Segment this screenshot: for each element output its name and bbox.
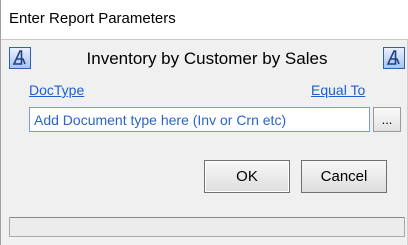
report-title: Inventory by Customer by Sales xyxy=(86,49,328,68)
browse-button[interactable]: ... xyxy=(373,107,401,132)
report-icon[interactable] xyxy=(383,47,405,69)
report-icon[interactable] xyxy=(9,47,31,69)
report-header: Inventory by Customer by Sales xyxy=(9,47,405,73)
operator-equal-to-link[interactable]: Equal To xyxy=(311,82,365,98)
report-parameters-dialog: Enter Report Parameters Inventory by Cus… xyxy=(0,0,408,245)
status-bar xyxy=(9,217,405,237)
cancel-button[interactable]: Cancel xyxy=(301,160,387,193)
window-title: Enter Report Parameters xyxy=(9,10,176,27)
ok-button[interactable]: OK xyxy=(204,160,290,193)
doctype-value-input[interactable] xyxy=(29,107,370,132)
title-bar[interactable]: Enter Report Parameters xyxy=(1,0,408,40)
doctype-field-link[interactable]: DocType xyxy=(29,82,84,98)
